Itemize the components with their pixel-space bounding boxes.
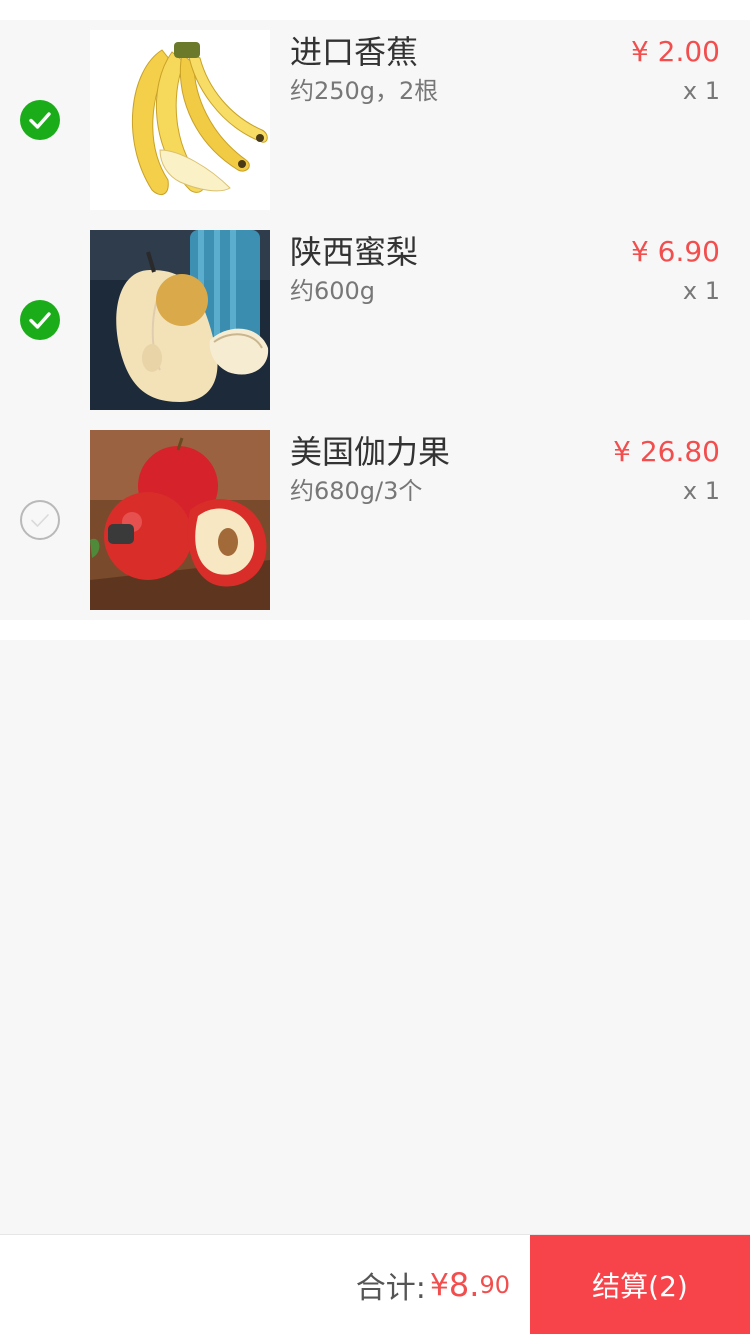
item-spec: 约600g bbox=[290, 277, 376, 305]
list-divider bbox=[0, 620, 750, 640]
total-label: 合计: bbox=[355, 1271, 426, 1306]
total-amount-decimal: 90 bbox=[479, 1271, 510, 1299]
cart-item[interactable]: 美国伽力果 约680g/3个 ¥ 26.80 x 1 bbox=[0, 420, 750, 620]
pear-image[interactable] bbox=[90, 230, 270, 410]
total-amount-integer: 8. bbox=[448, 1266, 480, 1304]
cart-total: 合计: ¥ 8. 90 bbox=[356, 1235, 510, 1334]
item-price: ¥ 2.00 bbox=[630, 35, 720, 68]
total-currency: ¥ bbox=[429, 1267, 449, 1303]
item-select-checkbox[interactable] bbox=[20, 300, 60, 340]
cart-page: 进口香蕉 约250g，2根 ¥ 2.00 x 1 陕西蜜梨 约600g ¥ 6.… bbox=[0, 0, 750, 1334]
apple-image[interactable] bbox=[90, 430, 270, 610]
top-spacer bbox=[0, 0, 750, 20]
item-select-checkbox[interactable] bbox=[20, 500, 60, 540]
banana-image[interactable] bbox=[90, 30, 270, 210]
item-quantity: x 1 bbox=[682, 477, 720, 505]
item-spec: 约680g/3个 bbox=[290, 477, 423, 505]
cart-item[interactable]: 陕西蜜梨 约600g ¥ 6.90 x 1 bbox=[0, 220, 750, 420]
item-price: ¥ 26.80 bbox=[613, 435, 720, 468]
cart-list: 进口香蕉 约250g，2根 ¥ 2.00 x 1 陕西蜜梨 约600g ¥ 6.… bbox=[0, 20, 750, 620]
checkout-button[interactable]: 结算(2) bbox=[530, 1235, 750, 1334]
item-spec: 约250g，2根 bbox=[290, 77, 439, 105]
check-circle-icon bbox=[29, 112, 51, 129]
empty-circle-icon bbox=[31, 514, 49, 527]
item-name: 进口香蕉 bbox=[290, 33, 419, 71]
check-circle-icon bbox=[29, 312, 51, 329]
item-name: 美国伽力果 bbox=[290, 433, 451, 471]
item-quantity: x 1 bbox=[682, 277, 720, 305]
checkout-bar: 合计: ¥ 8. 90 结算(2) bbox=[0, 1234, 750, 1334]
item-name: 陕西蜜梨 bbox=[290, 233, 419, 271]
cart-item[interactable]: 进口香蕉 约250g，2根 ¥ 2.00 x 1 bbox=[0, 20, 750, 220]
item-quantity: x 1 bbox=[682, 77, 720, 105]
item-price: ¥ 6.90 bbox=[630, 235, 720, 268]
item-select-checkbox[interactable] bbox=[20, 100, 60, 140]
